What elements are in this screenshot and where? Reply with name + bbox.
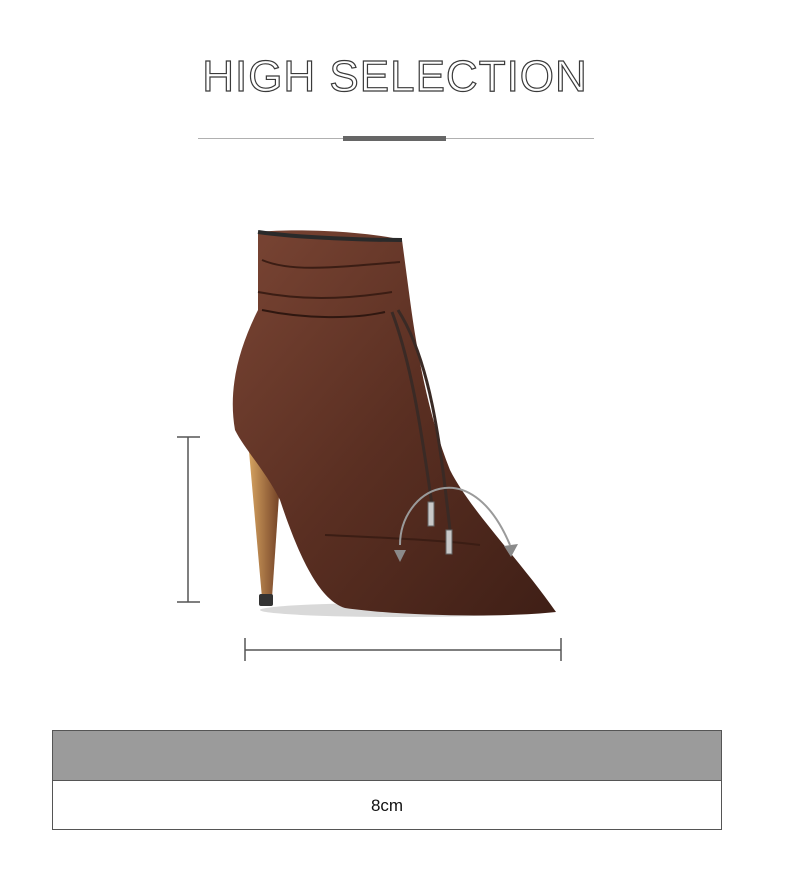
spec-table: 8cm (52, 730, 722, 830)
page-title: HIGH SELECTION (202, 51, 588, 101)
boot-body (232, 230, 557, 616)
heel-height-value: 8cm (370, 795, 404, 815)
heel-tip (259, 594, 273, 606)
product-image (177, 230, 562, 661)
spec-table-header (53, 731, 721, 781)
title-divider-accent (343, 136, 446, 141)
